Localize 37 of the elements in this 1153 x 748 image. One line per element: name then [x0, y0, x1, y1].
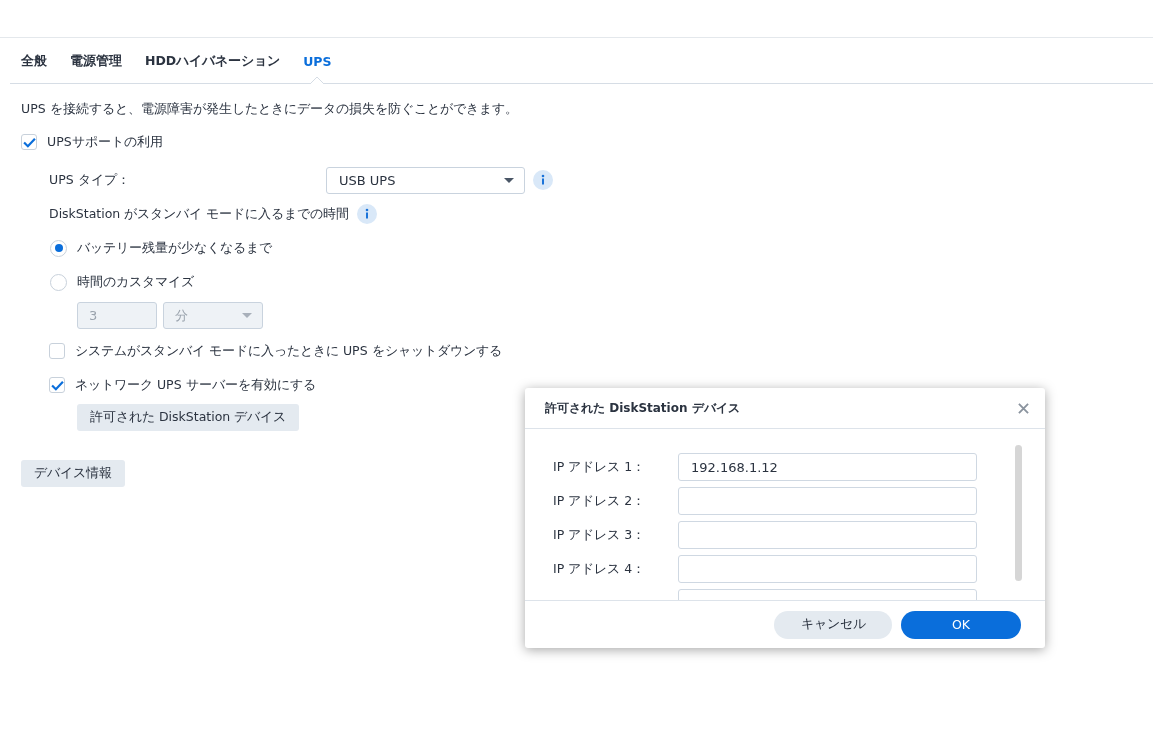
radio-label: バッテリー残量が少なくなるまで	[77, 239, 272, 257]
caret-icon	[504, 177, 514, 183]
info-icon[interactable]	[357, 204, 378, 224]
dialog-title: 許可された DiskStation デバイス	[545, 399, 740, 417]
ip-address-field[interactable]	[678, 521, 977, 549]
device-info-button[interactable]: デバイス情報	[21, 460, 125, 487]
info-icon[interactable]	[533, 170, 553, 190]
tab[interactable]: UPS	[292, 38, 343, 84]
caret-icon	[242, 313, 252, 318]
close-icon[interactable]	[1018, 402, 1029, 414]
ip-address-field[interactable]	[678, 555, 977, 583]
field-label: IP アドレス 2：	[553, 492, 647, 510]
radio-button[interactable]	[50, 239, 67, 257]
checkbox-label: システムがスタンバイ モードに入ったときに UPS をシャットダウンする	[75, 342, 502, 360]
tab[interactable]: 電源管理	[59, 38, 133, 84]
tab[interactable]: HDDハイバネーション	[134, 38, 292, 84]
section-label: DiskStation がスタンバイ モードに入るまでの時間	[49, 205, 350, 223]
field-label: UPS タイプ：	[49, 171, 131, 189]
checkbox-label: UPSサポートの利用	[47, 133, 163, 151]
scrollbar[interactable]	[1015, 445, 1022, 581]
allowed-devices-button[interactable]: 許可された DiskStation デバイス	[77, 404, 300, 431]
cancel-button[interactable]: キャンセル	[774, 610, 892, 639]
field-label: IP アドレス 3：	[553, 526, 647, 544]
checkbox[interactable]	[49, 343, 65, 359]
ip-address-field[interactable]	[678, 487, 977, 515]
description-text: UPS を接続すると、電源障害が発生したときにデータの損失を防ぐことができます。	[21, 101, 519, 118]
checkbox-label: ネットワーク UPS サーバーを有効にする	[75, 376, 316, 394]
tab[interactable]: 全般	[10, 38, 58, 84]
checkbox[interactable]	[21, 134, 37, 150]
radio-button[interactable]	[50, 273, 67, 291]
checkbox[interactable]	[49, 377, 65, 393]
ups-type-dropdown[interactable]: USB UPS	[326, 166, 525, 194]
ok-button[interactable]: OK	[901, 610, 1021, 639]
ip-address-field[interactable]: 192.168.1.12	[678, 453, 977, 481]
field-label: IP アドレス 1：	[553, 458, 647, 476]
radio-label: 時間のカスタマイズ	[77, 273, 194, 291]
field-label: IP アドレス 4：	[553, 560, 647, 578]
